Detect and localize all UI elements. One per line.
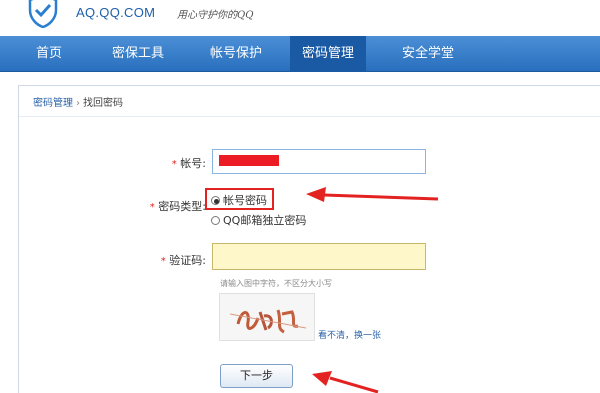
nav-item-account-protection[interactable]: 帐号保护 bbox=[200, 36, 272, 72]
password-type-label-text: 密码类型: bbox=[158, 200, 206, 213]
password-type-option-mailbox[interactable]: QQ邮箱独立密码 bbox=[211, 212, 306, 228]
breadcrumb-parent-link[interactable]: 密码管理 bbox=[33, 98, 73, 109]
shield-logo-icon[interactable] bbox=[28, 0, 58, 28]
nav-item-security-tools[interactable]: 密保工具 bbox=[102, 36, 174, 72]
account-input[interactable] bbox=[212, 149, 426, 174]
password-type-option-account[interactable]: 帐号密码 bbox=[211, 192, 267, 208]
radio-account-password[interactable] bbox=[211, 196, 220, 205]
captcha-hint: 请输入图中字符，不区分大小写 bbox=[220, 279, 332, 288]
site-name[interactable]: AQ.QQ.COM bbox=[76, 5, 155, 20]
captcha-glyphs bbox=[229, 309, 307, 334]
breadcrumb-divider bbox=[19, 116, 600, 117]
breadcrumb: 密码管理 › 找回密码 bbox=[33, 94, 123, 109]
breadcrumb-separator: › bbox=[76, 98, 80, 109]
option-account-password-label: 帐号密码 bbox=[223, 194, 267, 207]
captcha-label: * 验证码: bbox=[150, 252, 206, 268]
nav-item-security-school[interactable]: 安全学堂 bbox=[390, 36, 466, 72]
nav-item-password-management[interactable]: 密码管理 bbox=[290, 36, 366, 72]
radio-mailbox-password[interactable] bbox=[211, 216, 220, 225]
option-mailbox-password-label: QQ邮箱独立密码 bbox=[223, 214, 307, 227]
captcha-required-mark: * bbox=[160, 256, 166, 267]
account-label-text: 帐号: bbox=[180, 157, 206, 170]
captcha-refresh-link[interactable]: 看不清，换一张 bbox=[318, 328, 381, 341]
nav-item-home[interactable]: 首页 bbox=[25, 36, 73, 72]
account-label: * 帐号: bbox=[150, 155, 206, 171]
page-root: AQ.QQ.COM 用心守护你的QQ 首页 密保工具 帐号保护 密码管理 安全学… bbox=[0, 0, 600, 393]
annotation-arrow-password-type bbox=[306, 187, 439, 202]
main-nav: 首页 密保工具 帐号保护 密码管理 安全学堂 bbox=[0, 36, 600, 72]
next-step-button[interactable]: 下一步 bbox=[220, 364, 293, 388]
captcha-input[interactable] bbox=[212, 243, 426, 270]
account-required-mark: * bbox=[171, 159, 177, 170]
content-panel: 密码管理 › 找回密码 bbox=[18, 85, 600, 393]
password-type-label: * 密码类型: bbox=[134, 198, 206, 214]
captcha-label-text: 验证码: bbox=[169, 254, 206, 267]
annotation-arrow-next bbox=[312, 371, 379, 393]
header: AQ.QQ.COM 用心守护你的QQ bbox=[0, 0, 600, 36]
breadcrumb-current: 找回密码 bbox=[83, 98, 123, 109]
password-type-required-mark: * bbox=[149, 202, 155, 213]
site-slogan: 用心守护你的QQ bbox=[177, 10, 254, 21]
account-redaction bbox=[219, 155, 279, 166]
captcha-image[interactable] bbox=[219, 293, 315, 341]
